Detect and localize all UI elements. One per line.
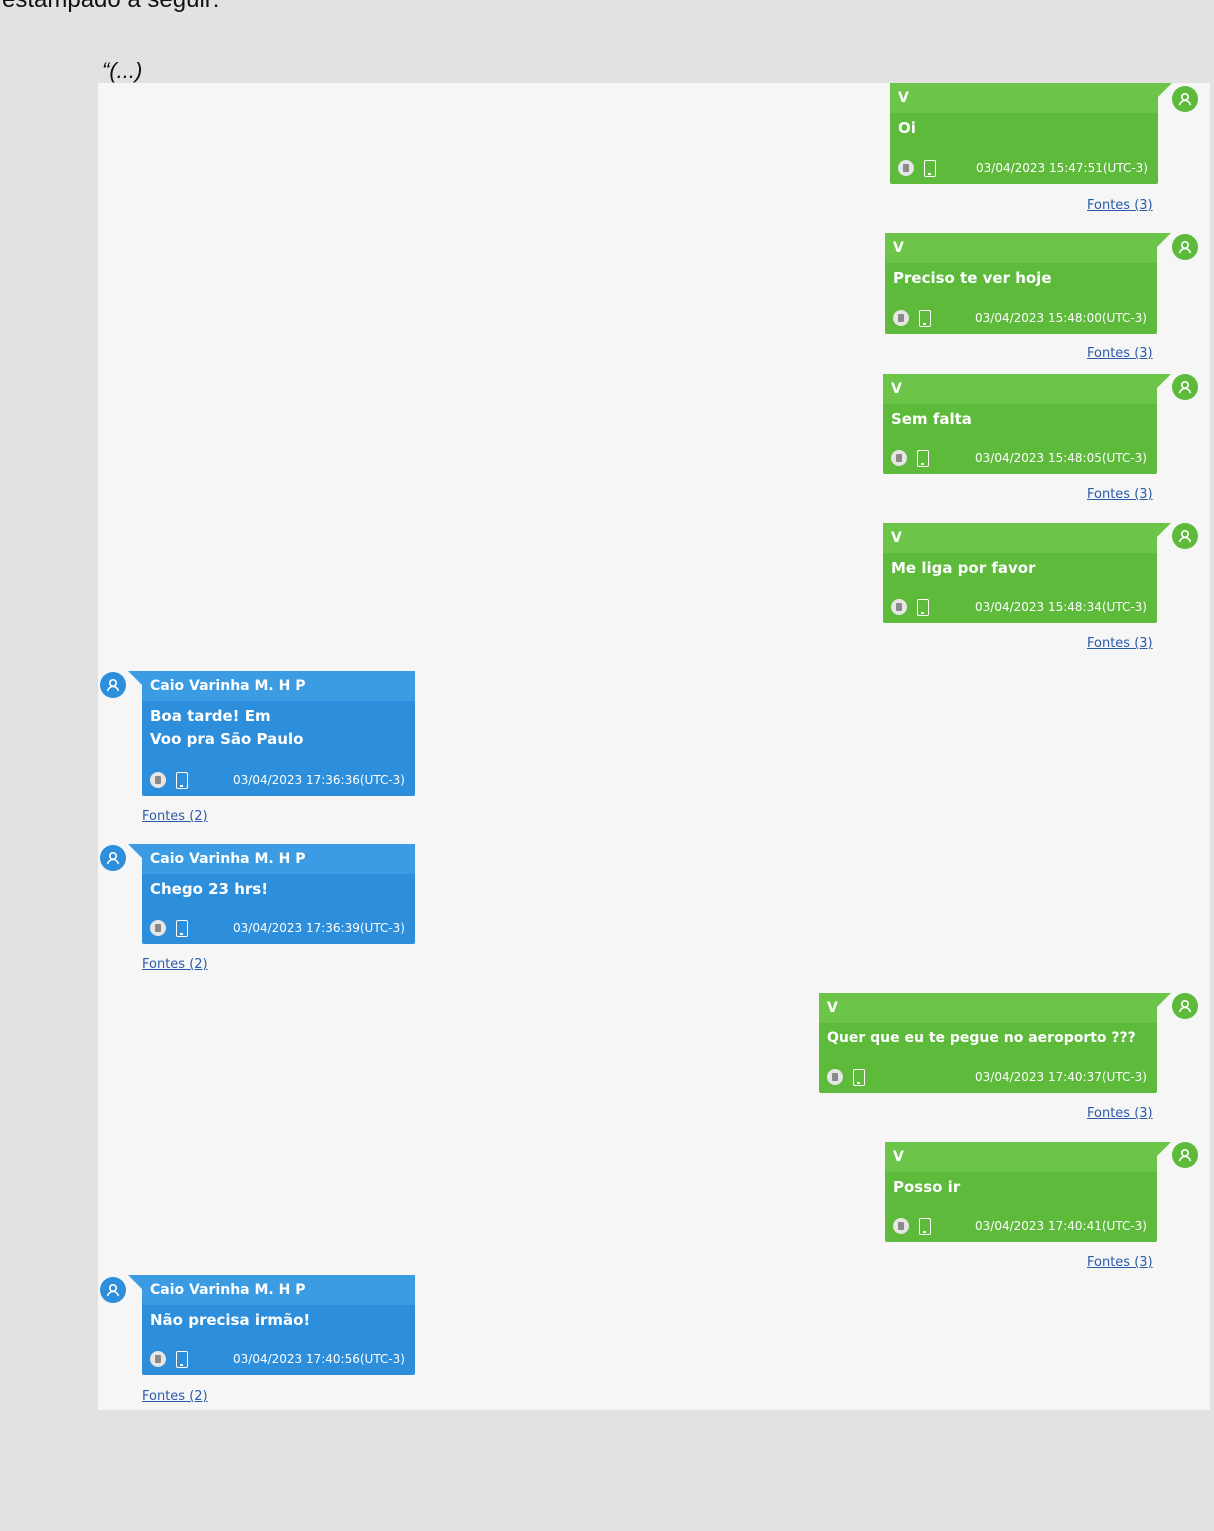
user-avatar-icon bbox=[1172, 86, 1198, 112]
message-text: Quer que eu te pegue no aeroporto ??? bbox=[827, 1030, 1136, 1046]
message-meta: 03/04/2023 17:36:36(UTC-3) bbox=[150, 770, 405, 790]
user-avatar-icon bbox=[1172, 1142, 1198, 1168]
phone-icon bbox=[924, 159, 936, 177]
bubble-tail bbox=[1158, 83, 1172, 97]
message-timestamp: 03/04/2023 15:48:00(UTC-3) bbox=[975, 311, 1147, 325]
message-meta: 03/04/2023 17:40:41(UTC-3) bbox=[893, 1216, 1147, 1236]
sender-name: V bbox=[885, 233, 1157, 263]
message-text: Preciso te ver hoje bbox=[893, 269, 1052, 287]
sources-link[interactable]: Fontes (2) bbox=[142, 957, 208, 972]
user-avatar-icon bbox=[100, 1277, 126, 1303]
message-bubble: V Preciso te ver hoje 03/04/2023 15:48:0… bbox=[885, 233, 1171, 334]
message-bubble: Caio Varinha M. H P Não precisa irmão! 0… bbox=[128, 1275, 415, 1375]
user-avatar-icon bbox=[1172, 234, 1198, 260]
bubble-tail bbox=[128, 671, 142, 685]
message-timestamp: 03/04/2023 15:48:34(UTC-3) bbox=[975, 600, 1147, 614]
message-bubble: Caio Varinha M. H P Boa tarde! Em Voo pr… bbox=[128, 671, 415, 796]
message-bubble: V Quer que eu te pegue no aeroporto ??? … bbox=[819, 993, 1171, 1093]
sender-name: V bbox=[819, 993, 1157, 1023]
message-meta: 03/04/2023 17:40:56(UTC-3) bbox=[150, 1349, 405, 1369]
sender-name: Caio Varinha M. H P bbox=[142, 1275, 415, 1305]
message-timestamp: 03/04/2023 15:48:05(UTC-3) bbox=[975, 451, 1147, 465]
sender-name: Caio Varinha M. H P bbox=[142, 844, 415, 874]
sender-name: V bbox=[885, 1142, 1157, 1172]
user-avatar-icon bbox=[100, 845, 126, 871]
user-avatar-icon bbox=[1172, 993, 1198, 1019]
bubble-tail bbox=[128, 844, 142, 858]
phone-icon bbox=[919, 1217, 931, 1235]
bubble-tail bbox=[1157, 993, 1171, 1007]
message-status-icon bbox=[893, 1218, 909, 1234]
message-status-icon bbox=[898, 160, 914, 176]
message-timestamp: 03/04/2023 17:36:36(UTC-3) bbox=[233, 773, 405, 787]
bubble-tail bbox=[128, 1275, 142, 1289]
sources-link[interactable]: Fontes (3) bbox=[1087, 1255, 1153, 1270]
message-bubble: V Me liga por favor 03/04/2023 15:48:34(… bbox=[883, 523, 1171, 623]
message-status-icon bbox=[827, 1069, 843, 1085]
sender-name: V bbox=[890, 83, 1158, 113]
message-timestamp: 03/04/2023 15:47:51(UTC-3) bbox=[976, 161, 1148, 175]
sources-link[interactable]: Fontes (3) bbox=[1087, 1106, 1153, 1121]
user-avatar-icon bbox=[1172, 523, 1198, 549]
quote-ellipsis-marker: “(...) bbox=[102, 58, 143, 83]
sources-link[interactable]: Fontes (3) bbox=[1087, 198, 1153, 213]
preceding-text-fragment: estampado a seguir: bbox=[2, 0, 219, 14]
message-meta: 03/04/2023 15:48:34(UTC-3) bbox=[891, 597, 1147, 617]
message-text: Me liga por favor bbox=[891, 559, 1036, 577]
phone-icon bbox=[176, 1350, 188, 1368]
message-bubble: Caio Varinha M. H P Chego 23 hrs! 03/04/… bbox=[128, 844, 415, 944]
sender-name: V bbox=[883, 523, 1157, 553]
phone-icon bbox=[176, 771, 188, 789]
phone-icon bbox=[176, 919, 188, 937]
sources-link[interactable]: Fontes (3) bbox=[1087, 487, 1153, 502]
user-avatar-icon bbox=[1172, 374, 1198, 400]
message-timestamp: 03/04/2023 17:36:39(UTC-3) bbox=[233, 921, 405, 935]
phone-icon bbox=[853, 1068, 865, 1086]
sources-link[interactable]: Fontes (2) bbox=[142, 1389, 208, 1404]
message-bubble: V Oi 03/04/2023 15:47:51(UTC-3) bbox=[890, 83, 1172, 184]
message-meta: 03/04/2023 15:48:00(UTC-3) bbox=[893, 308, 1147, 328]
message-text: Sem falta bbox=[891, 410, 972, 428]
message-status-icon bbox=[893, 310, 909, 326]
message-status-icon bbox=[150, 1351, 166, 1367]
bubble-tail bbox=[1157, 1142, 1171, 1156]
message-meta: 03/04/2023 17:40:37(UTC-3) bbox=[827, 1067, 1147, 1087]
phone-icon bbox=[917, 449, 929, 467]
message-status-icon bbox=[150, 920, 166, 936]
message-text: Oi bbox=[898, 119, 916, 137]
message-text: Não precisa irmão! bbox=[150, 1311, 311, 1329]
message-timestamp: 03/04/2023 17:40:37(UTC-3) bbox=[975, 1070, 1147, 1084]
sender-name: Caio Varinha M. H P bbox=[142, 671, 415, 701]
message-bubble: V Sem falta 03/04/2023 15:48:05(UTC-3) bbox=[883, 374, 1171, 474]
message-status-icon bbox=[891, 450, 907, 466]
message-timestamp: 03/04/2023 17:40:56(UTC-3) bbox=[233, 1352, 405, 1366]
bubble-tail bbox=[1157, 374, 1171, 388]
message-text: Chego 23 hrs! bbox=[150, 880, 269, 898]
message-status-icon bbox=[150, 772, 166, 788]
chat-transcript-panel: V Oi 03/04/2023 15:47:51(UTC-3) Fontes (… bbox=[98, 83, 1210, 1410]
message-bubble: V Posso ir 03/04/2023 17:40:41(UTC-3) bbox=[885, 1142, 1171, 1242]
page: { "page": { "top_fragment": "estampado a… bbox=[0, 0, 1214, 1531]
bubble-tail bbox=[1157, 233, 1171, 247]
message-meta: 03/04/2023 15:47:51(UTC-3) bbox=[898, 158, 1148, 178]
phone-icon bbox=[919, 309, 931, 327]
bubble-tail bbox=[1157, 523, 1171, 537]
message-status-icon bbox=[891, 599, 907, 615]
message-meta: 03/04/2023 15:48:05(UTC-3) bbox=[891, 448, 1147, 468]
user-avatar-icon bbox=[100, 672, 126, 698]
message-text: Boa tarde! Em Voo pra São Paulo bbox=[150, 707, 304, 748]
sources-link[interactable]: Fontes (3) bbox=[1087, 346, 1153, 361]
sender-name: V bbox=[883, 374, 1157, 404]
message-text: Posso ir bbox=[893, 1178, 961, 1196]
sources-link[interactable]: Fontes (3) bbox=[1087, 636, 1153, 651]
message-timestamp: 03/04/2023 17:40:41(UTC-3) bbox=[975, 1219, 1147, 1233]
phone-icon bbox=[917, 598, 929, 616]
message-meta: 03/04/2023 17:36:39(UTC-3) bbox=[150, 918, 405, 938]
sources-link[interactable]: Fontes (2) bbox=[142, 809, 208, 824]
